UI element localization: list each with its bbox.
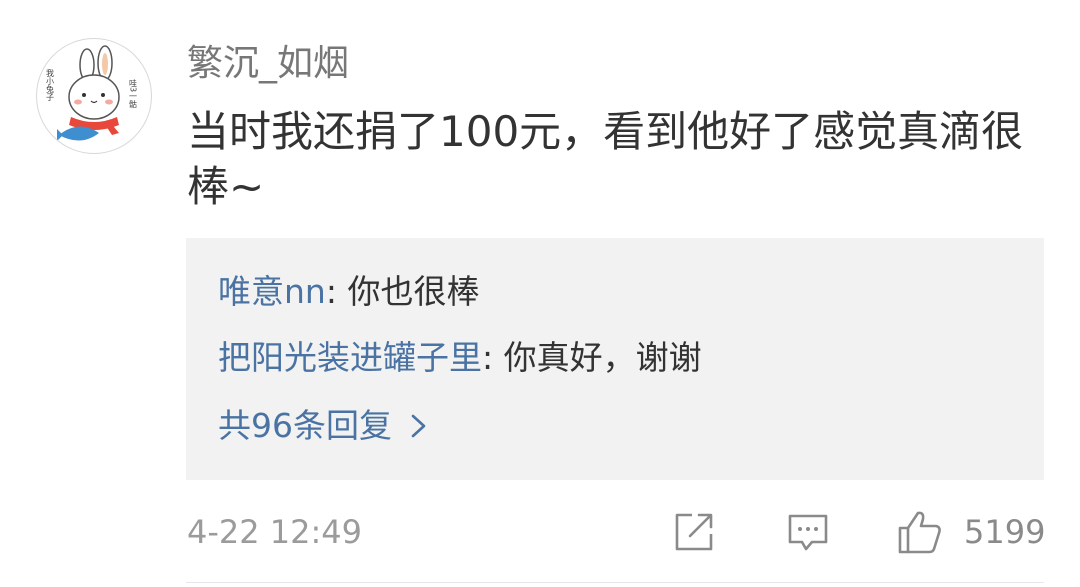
reply-text: 你也很棒 (347, 272, 480, 311)
view-all-replies-link[interactable]: 共96条回复 (218, 406, 428, 446)
avatar-doodle-right: 哇3一骷 (129, 78, 138, 109)
comment-body: 当时我还捐了100元，看到他好了感觉真滴很棒~ (187, 107, 1024, 211)
thumbs-up-icon (898, 511, 941, 554)
reply-preview-box[interactable]: 唯意nn: 你也很棒 把阳光装进罐子里: 你真好，谢谢 共96条回复 (186, 238, 1044, 480)
reply-author[interactable]: 唯意nn (218, 272, 326, 311)
comment-timestamp: 4-22 12:49 (187, 513, 363, 551)
reply-text: 你真好，谢谢 (503, 338, 702, 377)
item-divider (186, 582, 1044, 583)
bunny-avatar-icon: 我小兔子 哇3一骷 (46, 45, 138, 141)
share-edit-icon (675, 513, 713, 551)
reply-separator: : (482, 338, 504, 377)
comment-author-name[interactable]: 繁沉_如烟 (187, 42, 349, 86)
chevron-right-icon (411, 414, 426, 438)
reply-author[interactable]: 把阳光装进罐子里 (218, 338, 482, 377)
reply-separator: : (325, 272, 348, 311)
comment-button[interactable] (786, 508, 830, 556)
like-count: 5199 (964, 513, 1046, 551)
share-button[interactable] (672, 508, 716, 556)
avatar-doodle-left: 我小兔子 (46, 68, 55, 101)
like-button[interactable]: 5199 (896, 508, 1045, 556)
reply-item[interactable]: 唯意nn: 你也很棒 (218, 272, 479, 312)
user-avatar[interactable]: 我小兔子 哇3一骷 (36, 38, 152, 154)
reply-item[interactable]: 把阳光装进罐子里: 你真好，谢谢 (218, 338, 702, 378)
more-replies-label: 共96条回复 (218, 406, 392, 445)
comment-bubble-icon (788, 514, 828, 551)
